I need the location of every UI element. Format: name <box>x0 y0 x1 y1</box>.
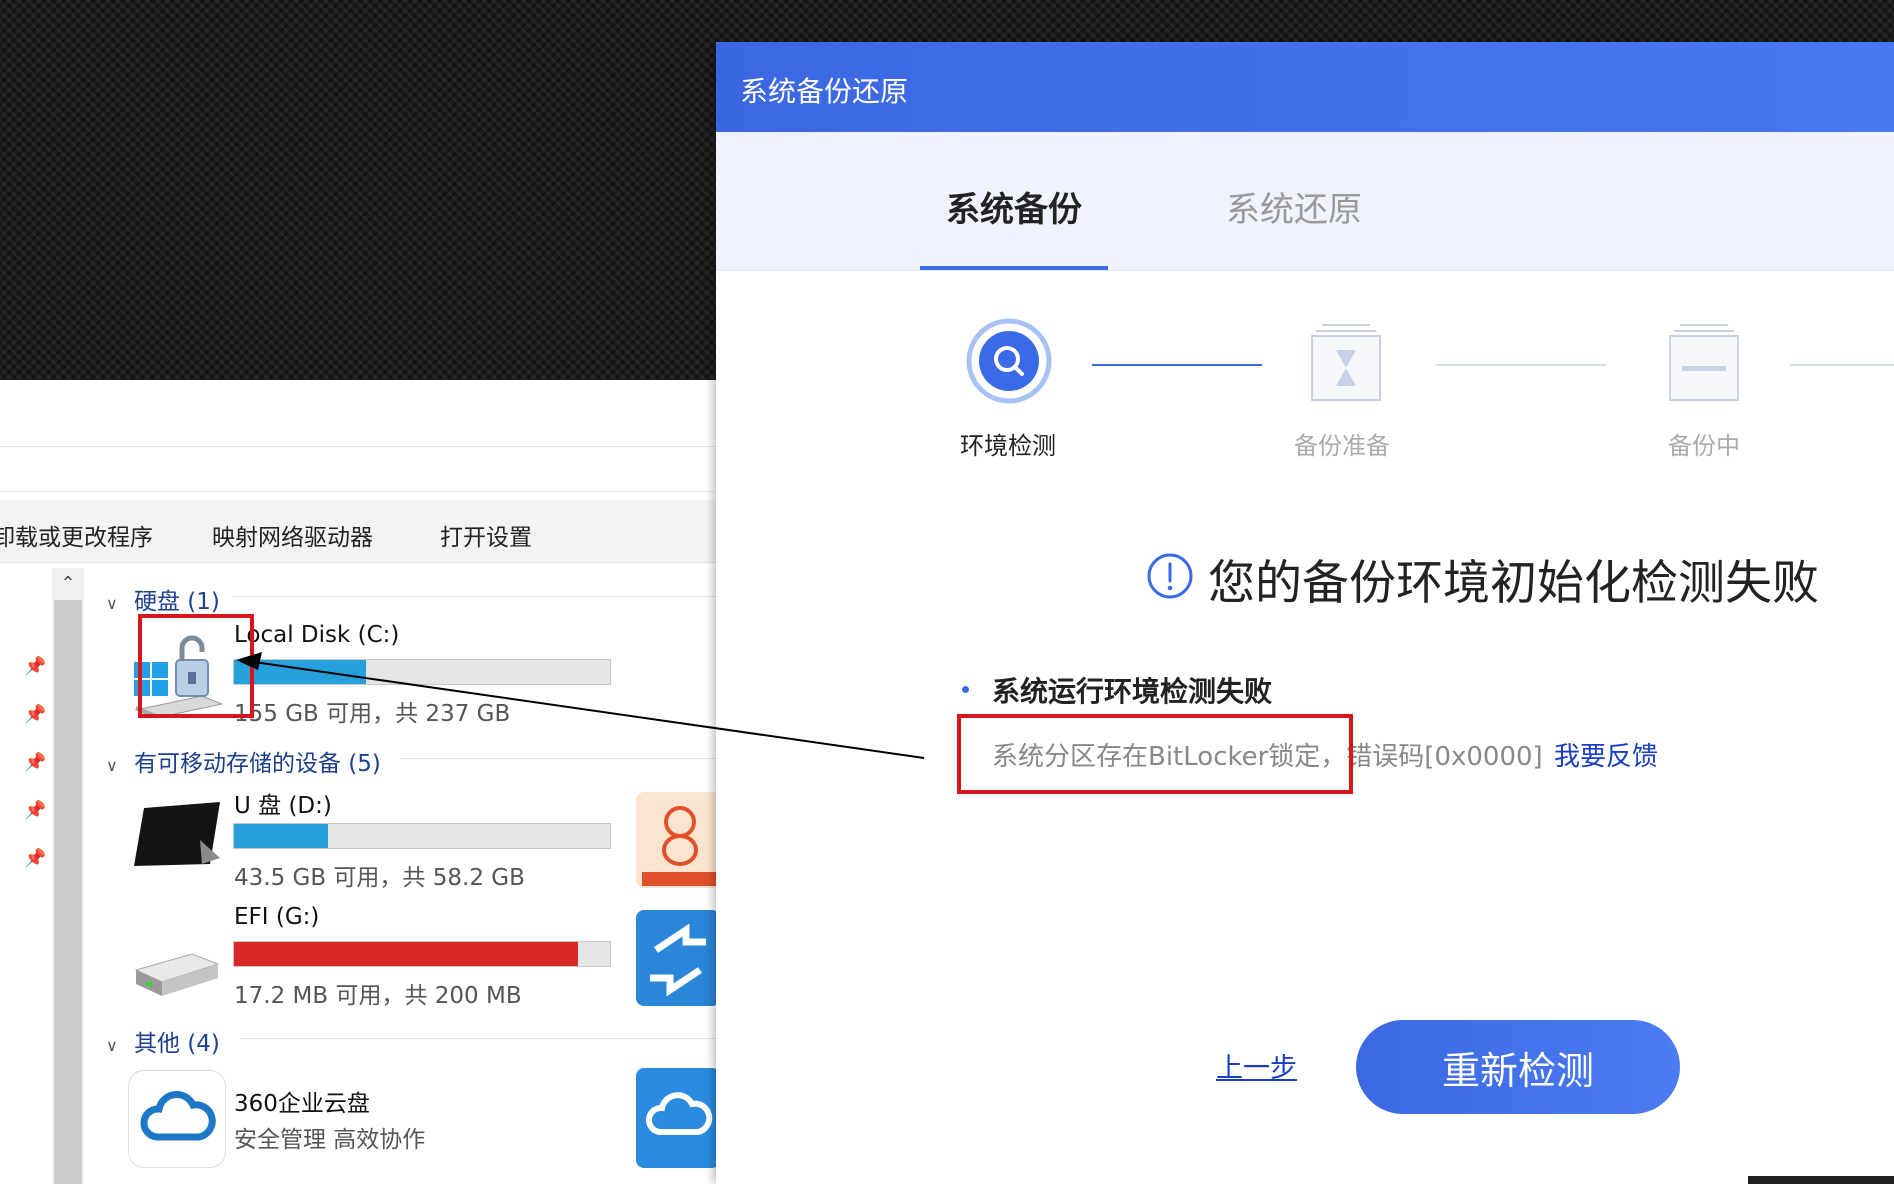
detail-title: 系统运行环境检测失败 <box>992 675 1273 708</box>
step-connector-1 <box>1092 364 1262 366</box>
drive-c-name[interactable]: Local Disk (C:) <box>234 622 399 648</box>
drive-g-name[interactable]: EFI (G:) <box>234 904 319 930</box>
nav-pane-scrollbar[interactable]: ⌃ <box>52 568 84 1184</box>
pin-icon[interactable]: 📌 <box>24 752 46 774</box>
pin-icon[interactable]: 📌 <box>24 656 46 678</box>
step-connector-3 <box>1790 364 1894 366</box>
detail-bullet <box>962 686 969 693</box>
explorer-toolbar: 卸载或更改程序 映射网络驱动器 打开设置 <box>0 500 720 563</box>
step-3-progress-icon <box>1668 322 1740 402</box>
drive-g-icon[interactable] <box>134 952 220 1000</box>
app-thumbnail-cloud-icon[interactable] <box>636 1068 720 1168</box>
dialog-title: 系统备份还原 <box>740 75 909 108</box>
drive-c-usage-bar <box>233 659 611 685</box>
chevron-down-icon: ∨ <box>106 756 118 775</box>
cloud-app-icon[interactable] <box>128 1070 226 1168</box>
active-tab-indicator <box>920 266 1108 270</box>
drive-g-info: 17.2 MB 可用，共 200 MB <box>234 983 522 1009</box>
step-1-label: 环境检测 <box>960 432 1056 460</box>
tab-system-backup[interactable]: 系统备份 <box>946 182 1082 231</box>
group-divider <box>240 1038 720 1039</box>
warning-icon <box>1146 552 1194 600</box>
drive-d-usage-bar <box>233 823 611 849</box>
tab-system-restore[interactable]: 系统还原 <box>1226 182 1362 231</box>
app-thumbnail-sync-icon[interactable] <box>636 910 720 1006</box>
explorer-address-bar[interactable] <box>0 447 720 492</box>
group-divider <box>400 758 720 759</box>
highlight-box-drive-c <box>138 614 254 718</box>
step-2-hourglass-icon <box>1310 322 1382 402</box>
group-header-other[interactable]: ∨ 其他 (4) <box>106 1024 220 1058</box>
scroll-thumb[interactable] <box>54 600 82 1184</box>
taskbar-edge <box>1748 1176 1894 1184</box>
app-thumbnail-ant-icon[interactable] <box>636 792 720 888</box>
explorer-ribbon <box>0 380 720 447</box>
group-label: 有可移动存储的设备 (5) <box>134 751 381 777</box>
drive-g-usage-fill <box>234 942 578 966</box>
step-3-label: 备份中 <box>1668 432 1740 460</box>
dialog-tab-bar: 系统备份 系统还原 <box>716 132 1894 271</box>
cloud-app-name[interactable]: 360企业云盘 <box>234 1084 370 1118</box>
highlight-box-error <box>957 714 1353 794</box>
drive-g-usage-bar <box>233 941 611 967</box>
drive-d-name[interactable]: U 盘 (D:) <box>234 786 332 820</box>
step-2-label: 备份准备 <box>1294 432 1390 460</box>
step-1-search-icon <box>966 318 1052 404</box>
step-connector-2 <box>1436 364 1606 366</box>
chevron-down-icon: ∨ <box>106 594 118 613</box>
prev-step-button[interactable]: 上一步 <box>1216 1046 1297 1085</box>
dialog-title-bar[interactable]: 系统备份还原 <box>716 42 1894 132</box>
backup-restore-dialog: 系统备份还原 系统备份 系统还原 环境检测 备份准备 备份中 您的备份环境初始化… <box>716 42 1894 1184</box>
group-header-hdd[interactable]: ∨ 硬盘 (1) <box>106 582 220 616</box>
group-label: 硬盘 (1) <box>134 589 220 615</box>
uninstall-program-button[interactable]: 卸载或更改程序 <box>0 518 153 552</box>
drive-d-icon[interactable] <box>132 800 222 870</box>
feedback-link[interactable]: 我要反馈 <box>1554 736 1658 773</box>
scroll-up-arrow-icon[interactable]: ⌃ <box>52 568 84 598</box>
chevron-down-icon: ∨ <box>106 1036 118 1055</box>
group-label: 其他 (4) <box>134 1031 220 1057</box>
map-network-drive-button[interactable]: 映射网络驱动器 <box>212 518 373 552</box>
file-explorer-window: 卸载或更改程序 映射网络驱动器 打开设置 ⌃ 📌 📌 📌 📌 📌 ∨ 硬盘 (1)… <box>0 380 720 1184</box>
pin-icon[interactable]: 📌 <box>24 800 46 822</box>
drive-d-info: 43.5 GB 可用，共 58.2 GB <box>234 865 525 891</box>
cloud-app-desc: 安全管理 高效协作 <box>234 1127 426 1153</box>
group-header-removable[interactable]: ∨ 有可移动存储的设备 (5) <box>106 744 381 778</box>
open-settings-button[interactable]: 打开设置 <box>440 518 532 552</box>
retry-detect-button[interactable]: 重新检测 <box>1356 1020 1680 1114</box>
message-title: 您的备份环境初始化检测失败 <box>1208 556 1819 611</box>
drive-c-info: 155 GB 可用，共 237 GB <box>234 701 511 727</box>
pin-icon[interactable]: 📌 <box>24 704 46 726</box>
group-divider <box>232 596 720 597</box>
pin-icon[interactable]: 📌 <box>24 848 46 870</box>
drive-d-usage-fill <box>234 824 328 848</box>
